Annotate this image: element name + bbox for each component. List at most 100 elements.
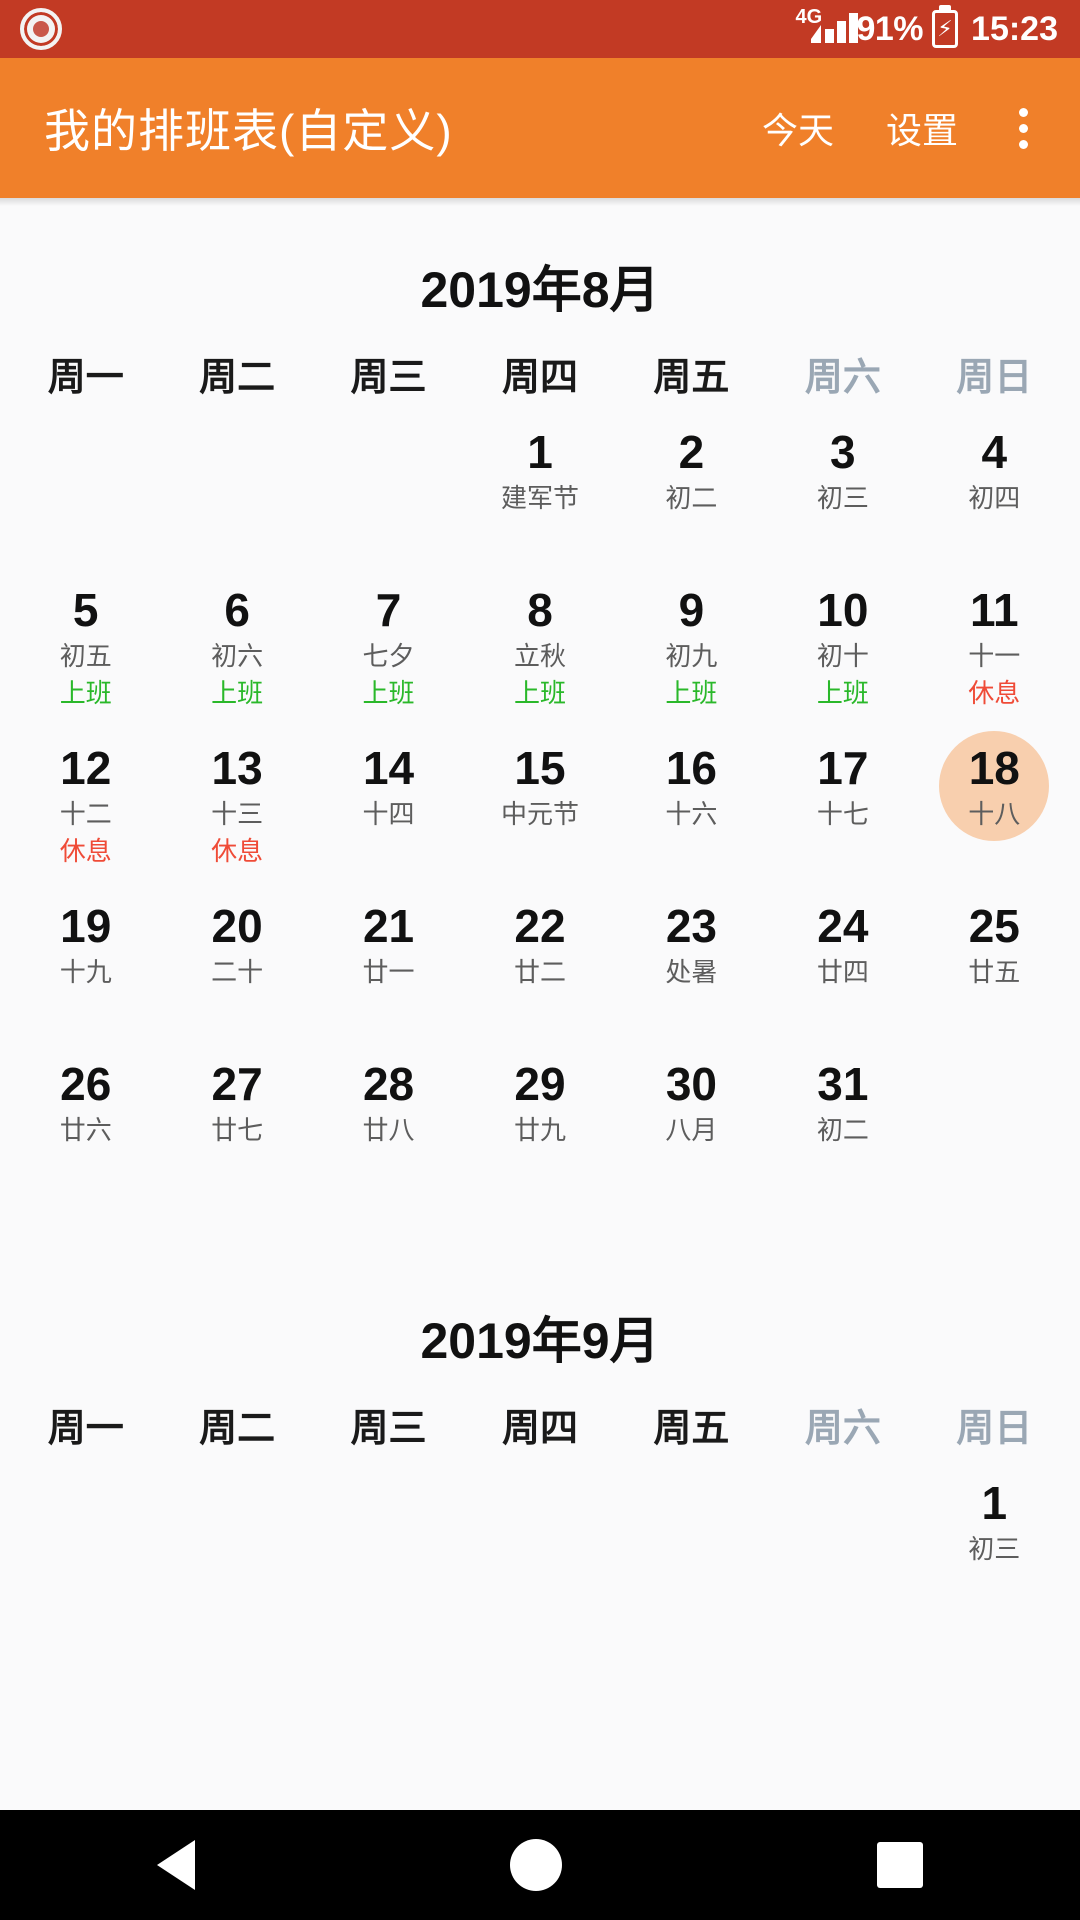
weekday-header-1: 周一 [47, 357, 124, 399]
shift-label: 上班 [816, 677, 869, 708]
day-number: 1 [527, 426, 553, 478]
lunar-label: 十一 [968, 640, 1021, 671]
lunar-label: 廿一 [362, 956, 415, 987]
day-number: 13 [211, 742, 263, 794]
shift-label: 上班 [665, 677, 718, 708]
day-cell[interactable]: 22 廿二 [464, 881, 615, 1039]
calendar-scroll-area[interactable]: 2019年8月 周一 周二 周三 周四 周五 周六 周日 1 建军节 2 初二 3 初三 4 初四 5 初五 上班 6… [0, 198, 1080, 1810]
day-number: 7 [375, 584, 402, 636]
android-navigation-bar [0, 1810, 1080, 1920]
month-spacer [0, 1197, 1080, 1249]
status-bar-clock: 15:23 [971, 9, 1058, 48]
day-cell[interactable]: 10 初十 上班 [767, 565, 918, 723]
charging-bolt-glyph: ⚡ [937, 16, 953, 41]
day-cell[interactable]: 4 初四 [919, 407, 1070, 565]
shift-label: 休息 [59, 835, 112, 866]
lunar-label: 二十 [211, 956, 264, 987]
day-cell[interactable]: 14 十四 [313, 723, 464, 881]
shift-label: 上班 [513, 677, 566, 708]
day-cell[interactable]: 18 十八 [919, 723, 1070, 881]
lunar-label: 建军节 [500, 482, 579, 513]
lunar-label: 廿八 [362, 1114, 415, 1145]
day-cell[interactable]: 16 十六 [616, 723, 767, 881]
day-cell[interactable]: 30 八月 [616, 1039, 767, 1197]
status-bar-right: 4G 91% ⚡ 15:23 [795, 7, 1058, 49]
day-cell[interactable]: 2 初二 [616, 407, 767, 565]
day-number: 25 [968, 900, 1020, 952]
day-cell[interactable]: 5 初五 上班 [10, 565, 161, 723]
day-number: 6 [224, 584, 250, 636]
month-title: 2019年8月 [420, 262, 660, 318]
day-number: 14 [362, 742, 415, 794]
lunar-label: 初四 [968, 482, 1021, 513]
settings-button[interactable]: 设置 [860, 102, 984, 154]
weekday-header-row: 周一 周二 周三 周四 周五 周六 周日 [0, 1381, 1080, 1458]
shift-label: 休息 [211, 835, 264, 866]
day-cell[interactable]: 29 廿九 [464, 1039, 615, 1197]
day-cell[interactable]: 17 十七 [767, 723, 918, 881]
month-title: 2019年9月 [420, 1313, 660, 1369]
day-cell[interactable]: 1 初三 [919, 1458, 1070, 1616]
day-number: 23 [665, 900, 717, 952]
today-button[interactable]: 今天 [736, 102, 860, 154]
day-number: 11 [969, 584, 1019, 636]
day-cell[interactable]: 27 廿七 [161, 1039, 312, 1197]
day-cell[interactable]: 3 初三 [767, 407, 918, 565]
day-cell[interactable]: 24 廿四 [767, 881, 918, 1039]
months-container: 2019年8月 周一 周二 周三 周四 周五 周六 周日 1 建军节 2 初二 3 初三 4 初四 5 初五 上班 6… [0, 198, 1080, 1616]
day-cell[interactable]: 12 十二 休息 [10, 723, 161, 881]
day-number: 24 [817, 900, 869, 952]
day-cell[interactable]: 28 廿八 [313, 1039, 464, 1197]
day-cell[interactable]: 25 廿五 [919, 881, 1070, 1039]
lunar-label: 初六 [211, 640, 264, 671]
day-cell[interactable]: 31 初二 [767, 1039, 918, 1197]
lunar-label: 十六 [665, 798, 718, 829]
day-cell[interactable]: 6 初六 上班 [161, 565, 312, 723]
weekday-header-2: 周二 [199, 357, 276, 399]
lunar-label: 七夕 [362, 640, 415, 671]
lunar-label: 处暑 [665, 956, 718, 987]
lunar-label: 廿七 [211, 1114, 264, 1145]
day-cell[interactable]: 9 初九 上班 [616, 565, 767, 723]
back-triangle-icon[interactable] [157, 1840, 196, 1890]
day-number: 15 [514, 742, 566, 794]
day-cell[interactable]: 26 廿六 [10, 1039, 161, 1197]
day-cell[interactable]: 23 处暑 [616, 881, 767, 1039]
weekday-header-5: 周五 [653, 357, 730, 399]
lunar-label: 初二 [816, 1114, 869, 1145]
day-cell[interactable]: 21 廿一 [313, 881, 464, 1039]
lunar-label: 初三 [968, 1533, 1021, 1564]
day-number: 1 [981, 1477, 1008, 1529]
weekday-header-7: 周日 [956, 1408, 1033, 1450]
lunar-label: 十二 [59, 798, 112, 829]
lunar-label: 十三 [211, 798, 264, 829]
day-number: 31 [817, 1058, 869, 1110]
day-cell[interactable]: 8 立秋 上班 [464, 565, 615, 723]
month-block: 2019年8月 周一 周二 周三 周四 周五 周六 周日 1 建军节 2 初二 3 初三 4 初四 5 初五 上班 6… [0, 198, 1080, 1197]
weekday-header-4: 周四 [501, 357, 578, 399]
kebab-menu-icon[interactable] [992, 93, 1054, 163]
day-cell[interactable]: 20 二十 [161, 881, 312, 1039]
day-cell[interactable]: 1 建军节 [464, 407, 615, 565]
day-cell[interactable]: 7 七夕上班 [313, 565, 464, 723]
lunar-label: 十八 [968, 798, 1021, 829]
day-number: 5 [72, 584, 99, 636]
day-number: 29 [514, 1058, 566, 1110]
app-bar-actions: 今天 设置 [736, 93, 1054, 163]
lunar-label: 初三 [816, 482, 869, 513]
day-cell[interactable]: 19 十九 [10, 881, 161, 1039]
home-circle-icon[interactable] [509, 1839, 562, 1891]
day-number: 16 [665, 742, 717, 794]
recents-square-icon[interactable] [876, 1842, 923, 1888]
day-cell[interactable]: 13 十三休息 [161, 723, 312, 881]
day-number: 17 [817, 742, 869, 794]
day-cell[interactable]: 11 十一 休息 [919, 565, 1070, 723]
shift-label: 上班 [362, 677, 415, 708]
week-row: 1 初三 [10, 1458, 1070, 1616]
day-cell[interactable]: 15 中元节 [464, 723, 615, 881]
lunar-label: 廿四 [816, 956, 869, 987]
day-number: 19 [60, 900, 112, 952]
week-row: 1 建军节 2 初二 3 初三 4 初四 [10, 407, 1070, 565]
battery-charging-icon: ⚡ [932, 10, 959, 48]
day-number: 2 [678, 426, 705, 478]
